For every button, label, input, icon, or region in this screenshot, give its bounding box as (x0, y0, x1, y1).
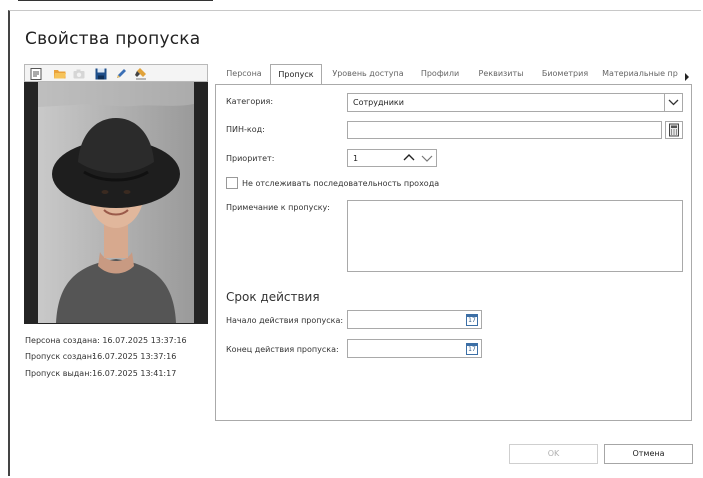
person-photo[interactable] (38, 82, 194, 323)
priority-value: 1 (353, 154, 359, 163)
end-date-input[interactable]: 17 (347, 339, 482, 358)
open-folder-icon[interactable] (53, 66, 67, 80)
tab-person[interactable]: Персона (219, 64, 269, 84)
pass-issued: Пропуск выдан: 16.07.2025 13:41:17 (25, 369, 176, 378)
pass-created: Пропуск создан: 16.07.2025 13:37:16 (25, 352, 176, 361)
tab-material[interactable]: Материальные пр (597, 64, 683, 84)
scan-icon[interactable] (29, 66, 43, 80)
dialog-title: Свойства пропуска (25, 29, 201, 49)
chevron-up-icon[interactable] (400, 150, 418, 166)
tab-access-level[interactable]: Уровень доступа (329, 64, 407, 84)
calendar-icon[interactable]: 17 (466, 343, 478, 355)
no-track-checkbox[interactable] (226, 177, 238, 189)
window-top-edge (18, 0, 213, 1)
person-created: Персона создана: 16.07.2025 13:37:16 (25, 336, 187, 345)
note-textarea[interactable] (347, 200, 683, 272)
camera-icon[interactable] (72, 66, 86, 80)
tabs-scroll-right-icon[interactable] (683, 68, 691, 81)
tab-biometrics[interactable]: Биометрия (537, 64, 593, 84)
save-icon[interactable] (94, 66, 108, 80)
pass-issued-label: Пропуск выдан: (25, 369, 93, 378)
calendar-icon[interactable]: 17 (466, 314, 478, 326)
tab-bar: Персона Пропуск Уровень доступа Профили … (215, 64, 692, 85)
start-date-label: Начало действия пропуска: (226, 316, 344, 325)
erase-icon[interactable] (134, 66, 148, 80)
category-select[interactable]: Сотрудники (347, 93, 683, 112)
tab-pass[interactable]: Пропуск (270, 64, 322, 85)
tab-profiles[interactable]: Профили (415, 64, 465, 84)
validity-section-title: Срок действия (226, 290, 320, 304)
category-value: Сотрудники (353, 98, 404, 107)
photo-toolbar (24, 64, 208, 82)
ok-button[interactable]: OK (509, 444, 598, 464)
priority-stepper[interactable]: 1 (347, 149, 437, 167)
person-created-label: Персона создана: (25, 336, 100, 345)
category-label: Категория: (226, 97, 274, 106)
calculator-icon[interactable] (665, 121, 683, 139)
start-date-input[interactable]: 17 (347, 310, 482, 329)
pin-label: ПИН-код: (226, 125, 265, 134)
chevron-down-icon[interactable] (664, 94, 682, 111)
chevron-down-icon[interactable] (418, 150, 436, 166)
no-track-label: Не отслеживать последовательность проход… (242, 179, 440, 188)
cancel-button[interactable]: Отмена (604, 444, 693, 464)
edit-icon[interactable] (114, 66, 128, 80)
end-date-label: Конец действия пропуска: (226, 345, 339, 354)
pass-created-value: 16.07.2025 13:37:16 (92, 352, 177, 361)
pass-created-label: Пропуск создан: (25, 352, 95, 361)
note-label: Примечание к пропуску: (226, 203, 330, 212)
person-created-value: 16.07.2025 13:37:16 (102, 336, 187, 345)
tab-requisites[interactable]: Реквизиты (473, 64, 529, 84)
pin-input[interactable] (347, 121, 662, 139)
priority-label: Приоритет: (226, 154, 275, 163)
pass-issued-value: 16.07.2025 13:41:17 (92, 369, 177, 378)
